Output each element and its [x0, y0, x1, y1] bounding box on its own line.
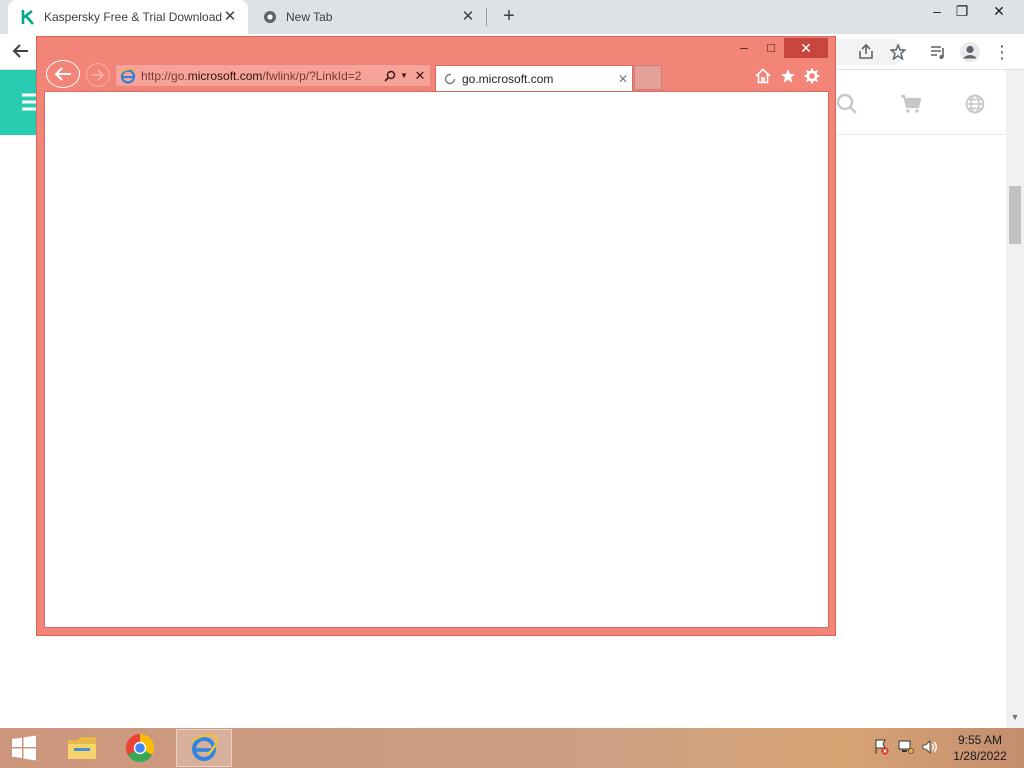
network-icon[interactable] — [897, 738, 915, 756]
ie-url-text: http://go.microsoft.com/fwlink/p/?LinkId… — [141, 68, 362, 83]
ie-search-icon[interactable] — [382, 70, 398, 82]
windows-start-icon[interactable] — [0, 728, 48, 768]
ie-close-button[interactable]: ✕ — [784, 38, 828, 58]
cart-icon[interactable] — [899, 92, 923, 116]
kaspersky-favicon-icon — [20, 9, 36, 25]
file-explorer-icon[interactable] — [54, 729, 110, 767]
clock-time: 9:55 AM — [957, 733, 1003, 747]
internet-explorer-icon[interactable] — [176, 729, 232, 767]
ie-content-area[interactable] — [44, 91, 829, 628]
ie-dropdown-icon[interactable]: ▼ — [398, 71, 410, 80]
share-icon[interactable] — [854, 40, 878, 64]
ie-minimize-button[interactable]: – — [734, 38, 754, 58]
bookmark-star-icon[interactable] — [886, 40, 910, 64]
page-scrollbar[interactable] — [1006, 70, 1024, 728]
ie-settings-gear-icon[interactable] — [801, 65, 823, 87]
chrome-tab-close-icon[interactable]: ✕ — [460, 9, 476, 25]
chrome-tab-close-icon[interactable]: ✕ — [222, 9, 238, 25]
globe-icon[interactable] — [963, 92, 987, 116]
profile-avatar-icon[interactable] — [958, 40, 982, 64]
ie-new-tab-button[interactable] — [634, 65, 662, 90]
ie-maximize-button[interactable]: □ — [760, 38, 782, 58]
back-arrow-icon[interactable] — [10, 42, 32, 64]
ie-stop-icon[interactable]: ✕ — [410, 68, 430, 84]
tab-separator — [486, 8, 487, 26]
ie-tab[interactable]: go.microsoft.com ✕ — [435, 65, 633, 91]
scrollbar-thumb[interactable] — [1009, 186, 1021, 244]
search-icon[interactable] — [835, 92, 859, 116]
google-chrome-icon[interactable] — [112, 729, 168, 767]
chrome-tab-title: Kaspersky Free & Trial Download — [44, 10, 222, 24]
ie-tab-close-icon[interactable]: ✕ — [614, 72, 632, 86]
ie-favorites-star-icon[interactable] — [777, 65, 799, 87]
chrome-tab-new-tab[interactable]: New Tab ✕ — [250, 0, 486, 34]
ie-home-icon[interactable] — [752, 65, 774, 87]
action-center-flag-icon[interactable] — [872, 738, 890, 756]
ie-tab-title: go.microsoft.com — [462, 71, 554, 86]
taskbar-clock[interactable]: 9:55 AM 1/28/2022 — [946, 732, 1014, 766]
chrome-close-button[interactable]: ✕ — [984, 0, 1014, 24]
scroll-down-arrow-icon[interactable]: ▼ — [1009, 712, 1021, 724]
reading-list-icon[interactable] — [926, 40, 950, 64]
ie-forward-arrow-icon[interactable] — [86, 63, 110, 87]
clock-date: 1/28/2022 — [953, 749, 1007, 763]
volume-speaker-icon[interactable] — [921, 738, 939, 756]
ie-back-arrow-icon[interactable] — [46, 60, 80, 88]
new-tab-button[interactable]: + — [498, 5, 520, 27]
chrome-tab-kaspersky[interactable]: Kaspersky Free & Trial Download ✕ — [8, 0, 248, 34]
chrome-menu-icon[interactable]: ⋮ — [990, 40, 1014, 64]
ie-loading-icon — [444, 73, 456, 85]
chrome-tab-title: New Tab — [286, 10, 333, 24]
ie-page-icon — [120, 67, 136, 84]
chrome-favicon-icon — [262, 9, 278, 25]
hamburger-menu-icon[interactable] — [0, 70, 40, 135]
ie-address-bar[interactable]: http://go.microsoft.com/fwlink/p/?LinkId… — [115, 64, 431, 87]
chrome-restore-button[interactable]: ❐ — [947, 0, 977, 24]
